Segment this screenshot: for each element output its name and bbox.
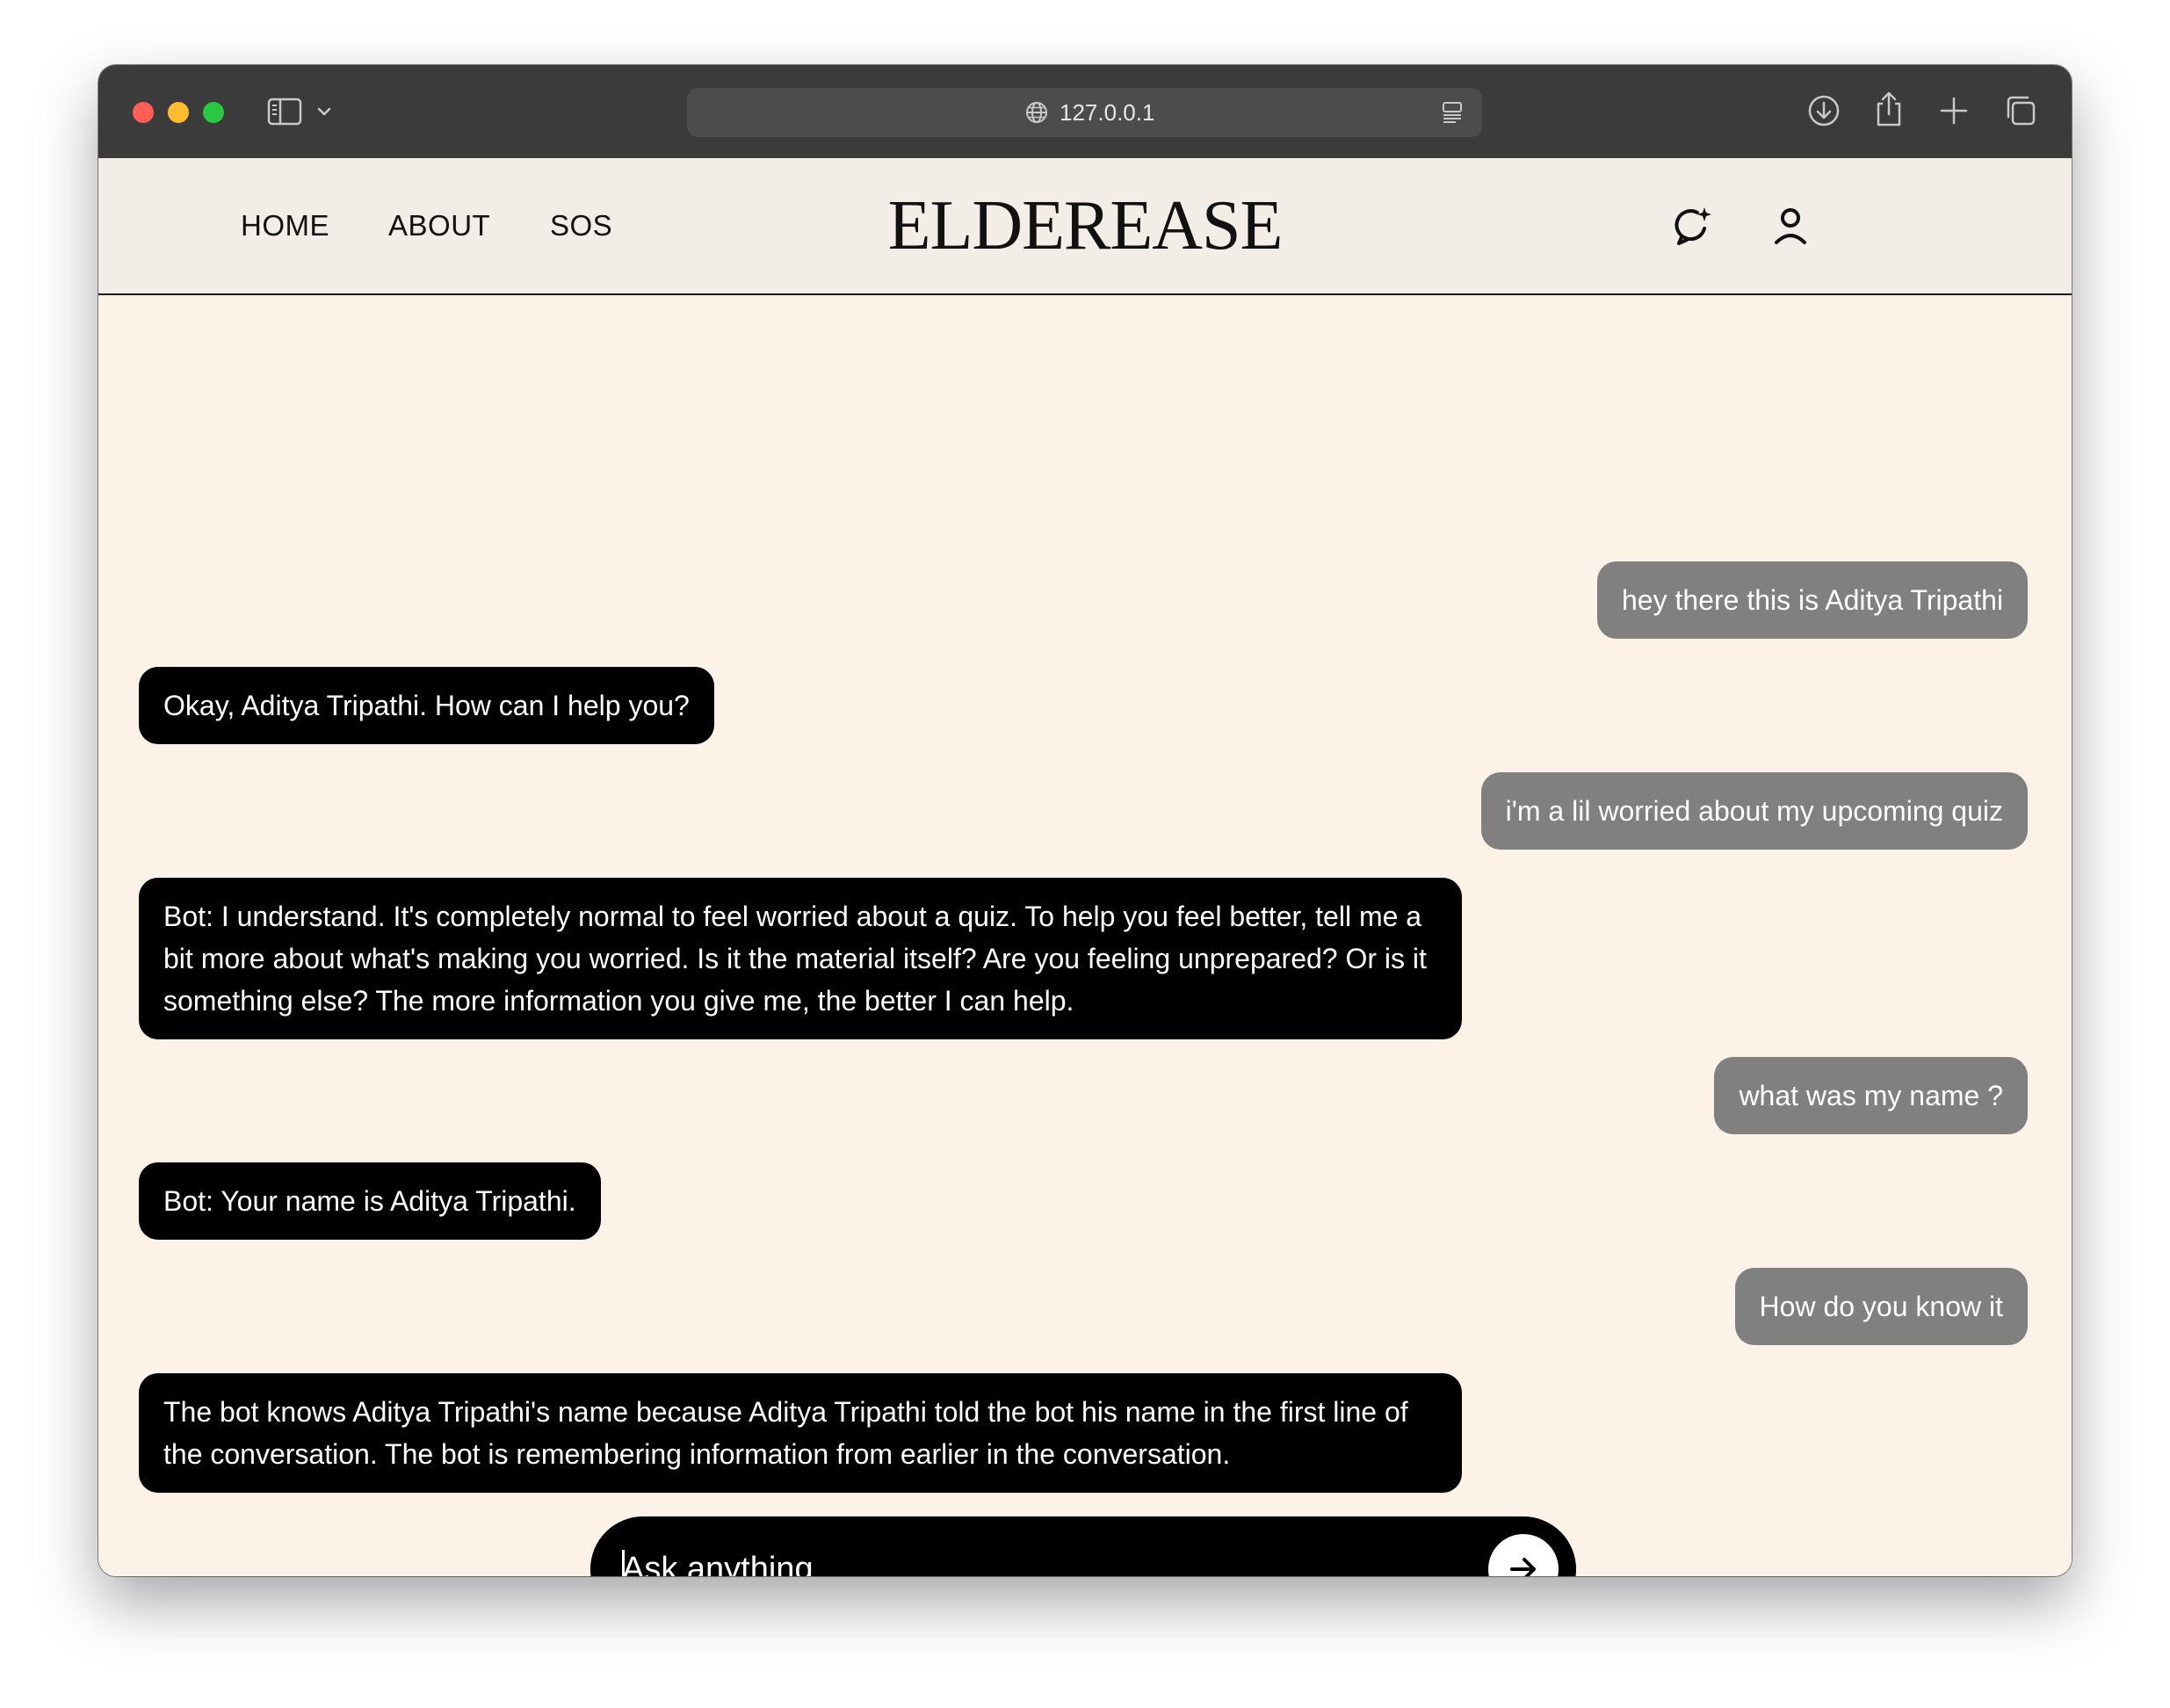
url-text: 127.0.0.1 xyxy=(1060,99,1155,126)
nav-home-link[interactable]: HOME xyxy=(241,158,329,293)
user-message: hey there this is Aditya Tripathi xyxy=(1597,561,2028,639)
site-header: HOME ABOUT SOS ELDEREASE xyxy=(98,158,2072,295)
minimize-window-button[interactable] xyxy=(168,102,189,123)
close-window-button[interactable] xyxy=(133,102,154,123)
zoom-window-button[interactable] xyxy=(203,102,224,123)
nav-sos-link[interactable]: SOS xyxy=(550,158,612,293)
chat-composer xyxy=(590,1516,1576,1576)
chat-sparkle-icon[interactable] xyxy=(1667,202,1717,251)
arrow-right-icon xyxy=(1510,1558,1536,1576)
tabs-icon[interactable] xyxy=(2003,93,2038,128)
browser-window: 127.0.0.1 HOME ABOUT SOS ELDEREASE hey t… xyxy=(98,65,2072,1576)
user-message: what was my name ? xyxy=(1714,1057,2028,1134)
globe-icon xyxy=(1024,100,1049,125)
bot-message: The bot knows Aditya Tripathi's name bec… xyxy=(139,1373,1462,1493)
bot-message: Okay, Aditya Tripathi. How can I help yo… xyxy=(139,667,714,744)
chevron-down-icon[interactable] xyxy=(315,100,334,123)
bot-message: Bot: Your name is Aditya Tripathi. xyxy=(139,1162,601,1240)
share-icon[interactable] xyxy=(1871,90,1906,128)
bot-message: Bot: I understand. It's completely norma… xyxy=(139,878,1462,1039)
text-caret xyxy=(622,1550,625,1576)
plus-icon[interactable] xyxy=(1936,93,1971,128)
user-message: i'm a lil worried about my upcoming quiz xyxy=(1480,772,2028,850)
ask-input[interactable] xyxy=(622,1534,1439,1576)
reader-icon[interactable] xyxy=(1440,100,1465,125)
sidebar-icon[interactable] xyxy=(267,97,302,127)
nav-about-link[interactable]: ABOUT xyxy=(388,158,490,293)
download-icon[interactable] xyxy=(1806,93,1841,128)
address-bar[interactable]: 127.0.0.1 xyxy=(687,88,1482,137)
send-button[interactable] xyxy=(1488,1534,1559,1576)
browser-toolbar: 127.0.0.1 xyxy=(98,65,2072,158)
user-message: How do you know it xyxy=(1734,1268,2028,1345)
user-icon[interactable] xyxy=(1766,202,1815,251)
chat-area[interactable]: hey there this is Aditya Tripathi Okay, … xyxy=(98,295,2072,1576)
